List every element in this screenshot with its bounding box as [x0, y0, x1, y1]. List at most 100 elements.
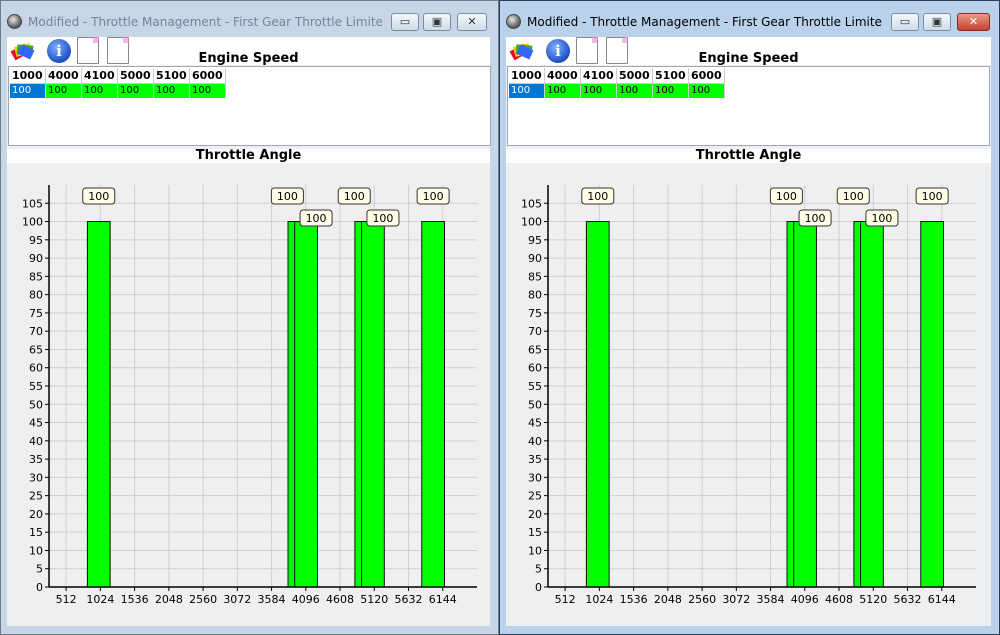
y-tick-label: 105: [521, 197, 542, 210]
bar: [421, 221, 445, 588]
table-cell[interactable]: 100: [689, 84, 725, 98]
y-tick-label: 15: [528, 526, 542, 539]
data-label: 100: [306, 212, 327, 225]
bar: [361, 221, 385, 588]
title-bar[interactable]: Modified - Throttle Management - First G…: [1, 1, 498, 37]
column-header: 6000: [689, 68, 725, 84]
bar: [793, 221, 817, 588]
throttle-angle-chart[interactable]: 0 5 10 15 20 25 30 35 40 45 50 55 60 65 70 75 80 85 90 95 10…: [506, 165, 991, 628]
close-button[interactable]: ✕: [957, 13, 990, 31]
table-cell[interactable]: 100: [154, 84, 190, 98]
y-tick-label: 95: [29, 234, 43, 247]
app-icon: [7, 14, 22, 29]
engine-speed-table: 1000 4000 4100 5000 5100 6000 100 100 10…: [507, 66, 990, 146]
y-tick-label: 90: [29, 252, 43, 265]
data-label: 100: [871, 212, 892, 225]
y-tick-label: 80: [528, 289, 542, 302]
table-cell[interactable]: 100: [509, 84, 545, 98]
data-label: 100: [344, 190, 365, 203]
y-tick-label: 5: [36, 563, 43, 576]
x-tick-label: 4608: [825, 593, 853, 606]
data-label: 100: [843, 190, 864, 203]
x-tick-label: 2048: [155, 593, 183, 606]
column-header: 5100: [653, 68, 689, 84]
x-tick-label: 1024: [86, 593, 114, 606]
x-tick-label: 6144: [429, 593, 457, 606]
data-label: 100: [587, 190, 608, 203]
minimize-button[interactable]: ▭: [891, 13, 919, 31]
y-tick-label: 0: [36, 581, 43, 594]
table-cell[interactable]: 100: [653, 84, 689, 98]
x-tick-label: 5120: [360, 593, 388, 606]
y-tick-label: 45: [528, 417, 542, 430]
chart-title: Throttle Angle: [7, 149, 490, 163]
table-cell[interactable]: 100: [10, 84, 46, 98]
y-tick-label: 75: [528, 307, 542, 320]
y-tick-label: 10: [528, 544, 542, 557]
y-tick-label: 35: [29, 453, 43, 466]
window-title: Modified - Throttle Management - First G…: [28, 15, 383, 29]
y-tick-label: 10: [29, 544, 43, 557]
y-tick-label: 65: [29, 343, 43, 356]
window-client: i Engine Speed 1000 4000 4100 5000 5100 …: [7, 37, 491, 626]
table-cell[interactable]: 100: [46, 84, 82, 98]
y-tick-label: 45: [29, 417, 43, 430]
chart-area: 0 5 10 15 20 25 30 35 40 45 50 55 60 65 70 75 80 85 90 95 10…: [7, 165, 490, 626]
toolbar: i Engine Speed: [7, 37, 490, 66]
column-header: 1000: [10, 68, 46, 84]
maximize-button[interactable]: ▣: [423, 13, 451, 31]
table-cell[interactable]: 100: [82, 84, 118, 98]
y-tick-label: 70: [29, 325, 43, 338]
x-tick-label: 5632: [395, 593, 423, 606]
y-tick-label: 15: [29, 526, 43, 539]
app-icon: [506, 14, 521, 29]
y-tick-label: 60: [528, 362, 542, 375]
column-header: 4000: [46, 68, 82, 84]
table-header-row: 1000 4000 4100 5000 5100 6000: [509, 68, 725, 84]
x-tick-label: 4608: [326, 593, 354, 606]
column-header: 5000: [118, 68, 154, 84]
table-cell[interactable]: 100: [118, 84, 154, 98]
x-tick-label: 1536: [620, 593, 648, 606]
throttle-angle-chart[interactable]: 0 5 10 15 20 25 30 35 40 45 50 55 60 65 70 75 80 85 90 95 10…: [7, 165, 492, 628]
maximize-button[interactable]: ▣: [923, 13, 951, 31]
y-tick-label: 40: [29, 435, 43, 448]
y-tick-label: 80: [29, 289, 43, 302]
table-cell[interactable]: 100: [545, 84, 581, 98]
y-tick-label: 20: [29, 508, 43, 521]
x-tick-label: 2560: [189, 593, 217, 606]
y-tick-label: 85: [29, 270, 43, 283]
window-client: i Engine Speed 1000 4000 4100 5000 5100 …: [506, 37, 991, 626]
close-button[interactable]: ✕: [457, 13, 487, 31]
column-header: 1000: [509, 68, 545, 84]
table-cell[interactable]: 100: [617, 84, 653, 98]
y-tick-label: 100: [22, 216, 43, 229]
bar: [86, 221, 111, 588]
x-tick-label: 6144: [928, 593, 956, 606]
x-tick-label: 3584: [757, 593, 785, 606]
column-header: 5100: [154, 68, 190, 84]
x-tick-label: 512: [555, 593, 576, 606]
y-tick-label: 105: [22, 197, 43, 210]
table-cell[interactable]: 100: [581, 84, 617, 98]
window-title: Modified - Throttle Management - First G…: [527, 15, 882, 29]
x-tick-label: 3072: [223, 593, 251, 606]
y-tick-label: 25: [528, 490, 542, 503]
table-cell[interactable]: 100: [190, 84, 226, 98]
title-bar[interactable]: Modified - Throttle Management - First G…: [500, 1, 999, 37]
y-tick-label: 70: [528, 325, 542, 338]
y-tick-label: 30: [29, 471, 43, 484]
table-title: Engine Speed: [198, 51, 299, 66]
x-tick-label: 4096: [292, 593, 320, 606]
y-tick-label: 50: [528, 398, 542, 411]
y-tick-label: 85: [528, 270, 542, 283]
minimize-button[interactable]: ▭: [391, 13, 419, 31]
data-label: 100: [277, 190, 298, 203]
bar: [294, 221, 318, 588]
y-tick-label: 30: [528, 471, 542, 484]
x-tick-label: 2048: [654, 593, 682, 606]
x-tick-label: 3584: [258, 593, 286, 606]
x-tick-label: 1536: [121, 593, 149, 606]
chart-area: 0 5 10 15 20 25 30 35 40 45 50 55 60 65 70 75 80 85 90 95 10…: [506, 165, 991, 626]
data-label: 100: [423, 190, 444, 203]
